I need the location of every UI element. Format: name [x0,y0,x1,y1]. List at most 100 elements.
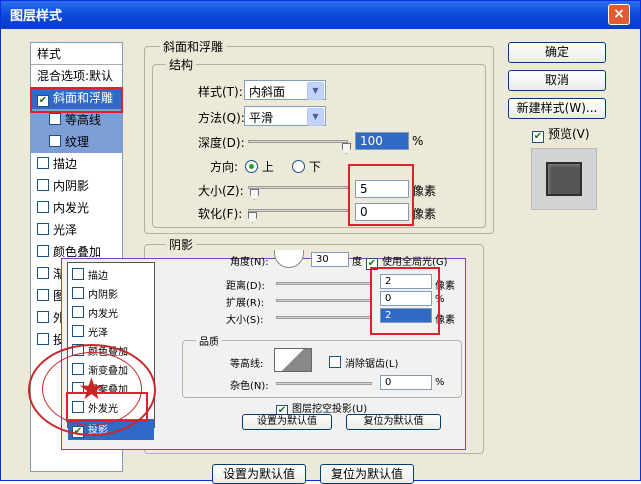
technique-label: 方法(Q): [198,111,245,125]
preview-area [531,148,597,210]
window-title: 图层样式 [10,9,63,24]
checkbox-color-overlay[interactable] [37,245,49,257]
angle-input[interactable]: 30 [311,252,349,267]
contour-label: 等高线: [230,359,264,370]
set-default-button[interactable]: 设置为默认值 [212,464,306,484]
reset-default-button[interactable]: 复位为默认值 [320,464,414,484]
depth-slider-track[interactable] [248,140,348,143]
sidebar-item-satin[interactable]: 光泽 [31,219,122,241]
sidebar-item-blend-options[interactable]: 混合选项:默认 [31,65,122,87]
noise-input[interactable]: 0 [380,375,432,390]
list-item-label: 内发光 [88,309,118,320]
checkbox-gradient-overlay[interactable] [37,267,49,279]
sidebar-item-inner-glow[interactable]: 内发光 [31,197,122,219]
sidebar-item-texture[interactable]: 纹理 [31,131,122,153]
soften-slider-track[interactable] [248,209,348,212]
style-dropdown-value: 内斜面 [249,85,286,99]
inset-reset-default-button[interactable]: 复位为默认值 [346,414,441,430]
highlight-shadow-values [370,267,440,335]
technique-dropdown[interactable]: 平滑 ▼ [244,106,326,126]
checkbox [72,325,84,337]
antialias-label: 消除锯齿(L) [345,359,399,370]
preview-checkbox[interactable]: ✔ 预览(V) [532,125,590,143]
structure-group-title: 结构 [166,56,197,73]
inset-set-default-button[interactable]: 设置为默认值 [242,414,332,430]
chevron-down-icon: ▼ [307,108,324,126]
sidebar-item-label: 内阴影 [53,179,90,193]
new-style-button[interactable]: 新建样式(W)... [508,98,606,119]
checkbox-preview[interactable]: ✔ [532,131,544,143]
sidebar-item-stroke[interactable]: 描边 [31,153,122,175]
sidebar-item-label: 颜色叠加 [53,245,102,259]
checkbox-inner-shadow[interactable] [37,179,49,191]
distance-label: 距离(D): [226,281,265,292]
distance-slider-track[interactable] [276,282,372,285]
style-dropdown[interactable]: 内斜面 ▼ [244,80,326,100]
checkbox [72,306,84,318]
noise-slider-track[interactable] [276,382,372,385]
inset-list-item-inner-shadow[interactable]: 内阴影 [68,286,154,305]
checkbox-antialias[interactable] [329,356,341,368]
star-icon: ★ [78,372,105,407]
sidebar-item-label: 等高线 [65,113,102,127]
checkbox-outer-glow[interactable] [37,311,49,323]
ok-button[interactable]: 确定 [508,42,606,63]
spread-slider-track[interactable] [276,299,372,302]
radio-down[interactable] [292,160,305,173]
checkbox [72,287,84,299]
angle-unit: 度 [352,257,362,268]
technique-dropdown-value: 平滑 [249,111,274,125]
antialias-checkbox[interactable]: 消除锯齿(L) [329,355,398,370]
style-label: 样式(T): [198,85,243,99]
sidebar-item-label: 纹理 [65,135,90,149]
direction-up-label: 上 [261,160,274,174]
sidebar-item-label: 内发光 [53,201,90,215]
preview-label: 预览(V) [548,127,590,141]
checkbox-inner-glow[interactable] [37,201,49,213]
checkbox-stroke[interactable] [37,157,49,169]
shadow-size-slider-track[interactable] [276,316,372,319]
checkbox-texture[interactable] [49,135,61,147]
highlight-size-soften [348,164,414,226]
list-item-label: 内阴影 [88,290,118,301]
checkbox [72,268,84,280]
size-label: 大小(Z): [198,184,244,198]
inset-list-item-satin[interactable]: 光泽 [68,324,154,343]
checkbox-contour[interactable] [49,113,61,125]
sidebar-item-label: 混合选项:默认 [37,69,114,83]
radio-up[interactable] [245,160,258,173]
sidebar-item-inner-shadow[interactable]: 内阴影 [31,175,122,197]
size-unit: 像素 [412,184,437,198]
cancel-button[interactable]: 取消 [508,70,606,91]
highlight-bevel-item [30,87,123,113]
bevel-group-title: 斜面和浮雕 [160,38,227,55]
soften-label: 软化(F): [198,207,243,221]
style-list-header: 样式 [31,43,122,65]
list-item-label: 描边 [88,271,108,282]
checkbox-drop-shadow[interactable] [37,333,49,345]
depth-input[interactable]: 100 [355,132,409,150]
shading-group-title: 阴影 [166,236,197,253]
direction-label: 方向: [210,160,239,174]
title-bar[interactable] [1,1,640,29]
close-button[interactable]: × [608,4,630,25]
contour-picker[interactable] [274,348,312,372]
direction-down-label: 下 [308,160,321,174]
noise-unit: % [435,377,445,388]
depth-label: 深度(D): [198,136,245,150]
checkbox-pattern-overlay[interactable] [37,289,49,301]
checkbox-satin[interactable] [37,223,49,235]
noise-label: 杂色(N): [230,381,269,392]
soften-unit: 像素 [412,207,437,221]
chevron-down-icon: ▼ [307,82,324,100]
size-slider-track[interactable] [248,186,348,189]
inset-list-item-inner-glow[interactable]: 内发光 [68,305,154,324]
spread-label: 扩展(R): [226,298,265,309]
depth-unit: % [412,134,424,148]
sidebar-item-label: 光泽 [53,223,78,237]
inset-list-item-stroke[interactable]: 描边 [68,263,154,286]
quality-title: 品质 [196,333,222,348]
sidebar-item-label: 描边 [53,157,78,171]
direction-up-radio[interactable]: 上 [245,158,274,175]
direction-down-radio[interactable]: 下 [292,158,321,175]
